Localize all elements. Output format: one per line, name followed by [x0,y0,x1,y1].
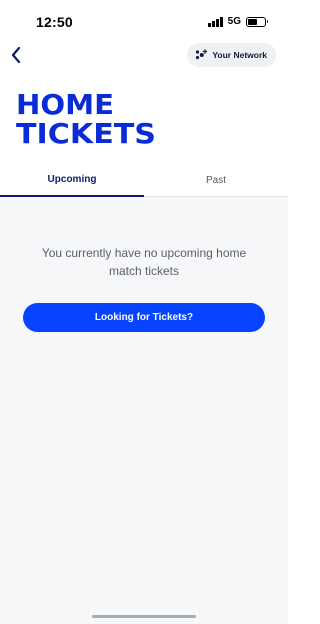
your-network-label: Your Network [212,50,267,60]
back-button[interactable] [8,45,26,65]
header-panel: 12:50 5G Your Network HOME TICKETS Upcom… [0,0,288,197]
tabs-bar: Upcoming Past [0,164,288,197]
status-indicators: 5G [208,16,268,27]
network-type: 5G [227,16,241,27]
empty-state-message: You currently have no upcoming home matc… [41,246,247,278]
tab-upcoming[interactable]: Upcoming [0,164,144,197]
status-bar: 12:50 5G [0,0,288,40]
status-time: 12:50 [36,14,73,30]
network-people-icon [196,49,208,60]
battery-level [248,18,257,25]
navigation-bar: Your Network [0,40,288,70]
chevron-left-icon [11,46,21,64]
looking-for-tickets-button[interactable]: Looking for Tickets? [23,303,265,332]
home-indicator [92,615,196,618]
tab-past[interactable]: Past [144,164,288,196]
signal-icon [208,16,223,27]
logo-line-tickets: TICKETS [16,117,156,145]
your-network-button[interactable]: Your Network [187,43,276,67]
battery-icon [246,16,268,27]
home-tickets-logo: HOME TICKETS [16,91,156,145]
home-tickets-screen: 12:50 5G Your Network HOME TICKETS Upcom… [0,0,288,624]
